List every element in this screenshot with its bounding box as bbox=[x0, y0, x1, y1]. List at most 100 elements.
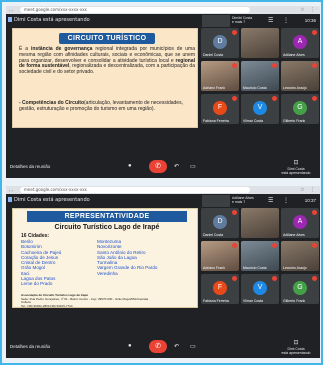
clock: 10:37 bbox=[304, 198, 316, 203]
nav-icons[interactable]: ‹ › bbox=[9, 8, 13, 13]
participant-tile[interactable]: A Adiliane Alves bbox=[281, 28, 319, 58]
self-name: Dimitri Costa e mais 7 bbox=[232, 16, 262, 24]
mic-icon[interactable]: ● bbox=[128, 343, 132, 349]
meet-top-bar: Dimi Costa está apresentando Adiliane Al… bbox=[6, 194, 320, 207]
hangup-button[interactable]: ✆ bbox=[149, 340, 167, 353]
mic-muted-icon bbox=[312, 96, 317, 101]
meet-controls-bar: Detalhes da reunião ● ✆ ↶ ▭ ⊡ Dimi Costa… bbox=[6, 156, 320, 178]
participant-tile[interactable]: Leandro Araújo bbox=[281, 241, 319, 271]
present-screen-icon: ⊡ bbox=[293, 340, 299, 346]
participant-tile[interactable]: V Vilmar Costa bbox=[241, 94, 279, 124]
city-item: Vargem Grande do Rio Pardo bbox=[97, 265, 158, 271]
self-view-tile bbox=[202, 195, 230, 207]
participant-name: Daniel Costa bbox=[203, 53, 224, 57]
cities-column-2: Montezuma Novorizonte Santo Antônio do R… bbox=[97, 239, 157, 276]
participant-tile[interactable]: A Adiliane Alves bbox=[281, 208, 319, 238]
participant-video-tile[interactable] bbox=[241, 208, 279, 238]
avatar: V bbox=[253, 101, 267, 115]
layout-icons[interactable]: ☰ ⋮ bbox=[268, 17, 293, 24]
self-name: Adiliane Alves e mais 7 bbox=[232, 196, 262, 204]
participant-name: Vilmar Costa bbox=[243, 299, 263, 303]
participant-grid: D Daniel Costa A Adiliane Alves Adriano … bbox=[201, 28, 319, 128]
participant-name: Adiliane Alves bbox=[283, 233, 305, 237]
slide-subtitle: Circuito Turístico Lago de Irapé bbox=[54, 224, 160, 231]
avatar: G bbox=[293, 281, 307, 295]
avatar-initial: D bbox=[217, 38, 223, 45]
avatar: D bbox=[213, 215, 227, 229]
participant-name: Fabiana Ferreira bbox=[203, 299, 229, 303]
mic-muted-icon bbox=[272, 243, 277, 248]
mic-muted-icon bbox=[312, 210, 317, 215]
participant-tile[interactable]: D Daniel Costa bbox=[201, 28, 239, 58]
spacer-bar bbox=[6, 310, 320, 322]
mic-muted-icon bbox=[312, 243, 317, 248]
avatar: F bbox=[213, 101, 227, 115]
spacer-bar bbox=[6, 130, 320, 142]
present-icon[interactable]: ▭ bbox=[190, 163, 196, 170]
mic-muted-icon bbox=[312, 63, 317, 68]
participant-tile[interactable]: Adriano Frank bbox=[201, 241, 239, 271]
avatar-initial: F bbox=[217, 104, 223, 111]
participant-tile[interactable]: G Gilberto Frank bbox=[281, 94, 319, 124]
presenting-info[interactable]: ⊡ Dimi Costa está apresentando bbox=[278, 160, 314, 175]
address-bar[interactable]: meet.google.com/xxx-xxxx-xxx bbox=[20, 187, 250, 193]
hangup-button[interactable]: ✆ bbox=[149, 160, 167, 173]
meet-controls-bar: Detalhes da reunião ● ✆ ↶ ▭ ⊡ Dimi Costa… bbox=[6, 336, 320, 358]
slide-title: REPRESENTATIVIDADE bbox=[27, 211, 187, 222]
self-name-line: e mais 7 bbox=[232, 200, 246, 204]
mic-muted-icon bbox=[232, 243, 237, 248]
cities-column-1: Berilo Botumirim Cachoeira de Pajeú Cora… bbox=[21, 239, 61, 287]
phone-icon: ✆ bbox=[155, 343, 161, 350]
participant-name: Vilmar Costa bbox=[243, 119, 263, 123]
participant-tile[interactable]: D Daniel Costa bbox=[201, 208, 239, 238]
meet-window-2: ‹ › meet.google.com/xxx-xxxx-xxx ☆ ⋮ Dim… bbox=[6, 186, 320, 358]
nav-icons[interactable]: ‹ › bbox=[9, 188, 13, 193]
slide-paragraph-2: - Competências do Circuito(articulação, … bbox=[19, 100, 195, 113]
meet-window-1: ‹ › meet.google.com/xxx-xxxx-xxx ☆ ⋮ Dim… bbox=[6, 6, 320, 178]
participant-tile[interactable]: F Fabiana Ferreira bbox=[201, 94, 239, 124]
avatar: A bbox=[293, 215, 307, 229]
presentation-icon bbox=[8, 17, 12, 22]
captions-icon[interactable]: ↶ bbox=[174, 343, 179, 350]
mic-icon[interactable]: ● bbox=[128, 163, 132, 169]
presenting-label: Dimi Costa está apresentando bbox=[14, 17, 90, 23]
presenting-info-line: está apresentando bbox=[281, 351, 311, 355]
present-screen-icon: ⊡ bbox=[293, 160, 299, 166]
address-bar[interactable]: meet.google.com/xxx-xxxx-xxx bbox=[20, 7, 250, 13]
captions-icon[interactable]: ↶ bbox=[174, 163, 179, 170]
present-icon[interactable]: ▭ bbox=[190, 343, 196, 350]
self-name-line: e mais 7 bbox=[232, 20, 246, 24]
participant-tile[interactable]: V Vilmar Costa bbox=[241, 274, 279, 304]
participant-tile[interactable]: F Fabiana Ferreira bbox=[201, 274, 239, 304]
mic-muted-icon bbox=[232, 210, 237, 215]
participant-video-tile[interactable] bbox=[241, 28, 279, 58]
participant-tile[interactable]: Adriano Frank bbox=[201, 61, 239, 91]
mic-muted-icon bbox=[232, 96, 237, 101]
meet-top-bar: Dimi Costa está apresentando Dimitri Cos… bbox=[6, 14, 320, 27]
participant-tile[interactable]: G Gilberto Frank bbox=[281, 274, 319, 304]
slide-paragraph: É a instância de governança regional int… bbox=[19, 46, 195, 76]
meeting-details-link[interactable]: Detalhes da reunião bbox=[10, 164, 50, 169]
mic-muted-icon bbox=[232, 276, 237, 281]
mic-muted-icon bbox=[232, 63, 237, 68]
avatar: G bbox=[293, 101, 307, 115]
screenshot-frame: ‹ › meet.google.com/xxx-xxxx-xxx ☆ ⋮ Dim… bbox=[0, 0, 323, 365]
avatar: A bbox=[293, 35, 307, 49]
browser-menu-icons[interactable]: ☆ ⋮ bbox=[300, 7, 317, 13]
browser-toolbar: ‹ › meet.google.com/xxx-xxxx-xxx ☆ ⋮ bbox=[6, 186, 320, 194]
city-item: Veredinha bbox=[97, 270, 118, 276]
participant-tile[interactable]: Leandro Araújo bbox=[281, 61, 319, 91]
participant-name: Leandro Araújo bbox=[283, 86, 307, 90]
meeting-details-link[interactable]: Detalhes da reunião bbox=[10, 344, 50, 349]
participant-tile[interactable]: Maurício Costa bbox=[241, 241, 279, 271]
participant-tile[interactable]: Maurício Costa bbox=[241, 61, 279, 91]
layout-icons[interactable]: ☰ ⋮ bbox=[268, 197, 293, 204]
slide-title: CIRCUITO TURÍSTICO bbox=[59, 33, 155, 44]
browser-menu-icons[interactable]: ☆ ⋮ bbox=[300, 187, 317, 193]
participant-name: Gilberto Frank bbox=[283, 299, 306, 303]
avatar-initial: G bbox=[297, 284, 303, 291]
participant-name: Maurício Costa bbox=[243, 266, 267, 270]
clock: 10:36 bbox=[304, 18, 316, 23]
presentation-slide: CIRCUITO TURÍSTICO É a instância de gove… bbox=[12, 28, 198, 128]
presenting-info[interactable]: ⊡ Dimi Costa está apresentando bbox=[278, 340, 314, 355]
